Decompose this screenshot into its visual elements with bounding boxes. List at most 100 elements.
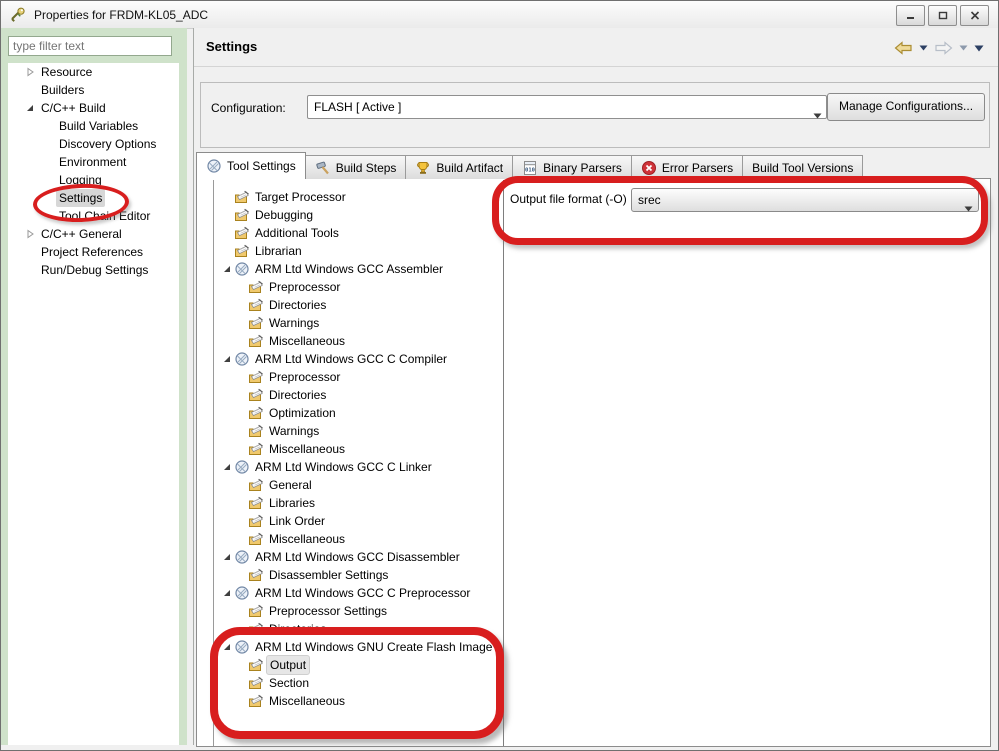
tool-tree-item-label: Directories [269, 298, 327, 312]
collapse-arrow-icon [224, 464, 230, 470]
maximize-button[interactable] [928, 5, 957, 26]
twisty-expanded[interactable] [220, 640, 234, 654]
chevron-down-icon [919, 45, 928, 51]
sidebar-item-run-debug-settings[interactable]: Run/Debug Settings [8, 261, 179, 279]
tool-tree-item-label: ARM Ltd Windows GCC C Preprocessor [255, 586, 471, 600]
twisty-collapsed[interactable] [22, 227, 38, 241]
tool-tree-item-label: Disassembler Settings [269, 568, 389, 582]
tool-tree-item-debugging[interactable]: Debugging [214, 206, 503, 224]
tool-tree-item-general[interactable]: General [214, 476, 503, 494]
tool-icon [235, 460, 249, 474]
sidebar-item-label: Run/Debug Settings [41, 263, 149, 277]
tool-tree-item-preprocessor[interactable]: Preprocessor [214, 278, 503, 296]
twisty-expanded[interactable] [220, 262, 234, 276]
tool-tree-item-arm-ltd-windows-gcc-disassembler[interactable]: ARM Ltd Windows GCC Disassembler [214, 548, 503, 566]
tool-tree-item-disassembler-settings[interactable]: Disassembler Settings [214, 566, 503, 584]
tool-tree-item-warnings[interactable]: Warnings [214, 422, 503, 440]
sidebar-item-settings[interactable]: Settings [8, 189, 179, 207]
tool-icon [235, 550, 249, 564]
forward-button[interactable] [934, 41, 953, 55]
tool-icon [235, 262, 249, 276]
output-file-format-dropdown[interactable]: srec [631, 188, 979, 212]
tool-tree-item-link-order[interactable]: Link Order [214, 512, 503, 530]
back-button[interactable] [894, 41, 913, 55]
tool-tree-item-preprocessor[interactable]: Preprocessor [214, 368, 503, 386]
close-icon [970, 11, 979, 20]
twisty-expanded[interactable] [22, 101, 38, 115]
settings-category-icon [249, 514, 263, 527]
tool-tree-item-arm-ltd-windows-gcc-c-compiler[interactable]: ARM Ltd Windows GCC C Compiler [214, 350, 503, 368]
sidebar-item-c-c-general[interactable]: C/C++ General [8, 225, 179, 243]
tool-tree-item-label: Target Processor [255, 190, 346, 204]
tool-tree-item-output[interactable]: Output [214, 655, 503, 675]
twisty-expanded[interactable] [220, 460, 234, 474]
view-menu-button[interactable] [974, 45, 984, 52]
tool-tree-item-warnings[interactable]: Warnings [214, 314, 503, 332]
tab-error-parsers[interactable]: Error Parsers [630, 155, 744, 179]
settings-category-icon [249, 676, 263, 689]
tab-build-steps[interactable]: Build Steps [304, 155, 407, 179]
configuration-group: Configuration: FLASH [ Active ] Manage C… [200, 82, 990, 148]
tool-tree-item-arm-ltd-windows-gcc-c-linker[interactable]: ARM Ltd Windows GCC C Linker [214, 458, 503, 476]
tab-build-tool-versions[interactable]: Build Tool Versions [742, 155, 864, 179]
chevron-down-icon [964, 197, 973, 219]
error-icon [641, 160, 656, 175]
tool-tree-item-additional-tools[interactable]: Additional Tools [214, 224, 503, 242]
tab-tool-settings[interactable]: Tool Settings [196, 152, 306, 179]
sidebar-item-label: Resource [41, 65, 93, 79]
sidebar-item-tool-chain-editor[interactable]: Tool Chain Editor [8, 207, 179, 225]
tool-tree-item-miscellaneous[interactable]: Miscellaneous [214, 530, 503, 548]
twisty-expanded[interactable] [220, 550, 234, 564]
settings-category-icon [249, 496, 263, 509]
properties-category-tree: Resource Builders C/C++ Build Build Variabl… [8, 63, 179, 750]
tool-tree-item-arm-ltd-windows-gnu-create-flash-image[interactable]: ARM Ltd Windows GNU Create Flash Image [214, 638, 503, 656]
tab-binary-parsers[interactable]: 010 Binary Parsers [512, 155, 632, 179]
tool-tree-item-librarian[interactable]: Librarian [214, 242, 503, 260]
expand-arrow-icon [27, 67, 34, 77]
sidebar-item-builders[interactable]: Builders [8, 81, 179, 99]
twisty-expanded[interactable] [220, 352, 234, 366]
settings-category-icon [249, 478, 263, 491]
settings-category-icon [235, 226, 249, 239]
sidebar-item-build-variables[interactable]: Build Variables [8, 117, 179, 135]
back-menu-button[interactable] [919, 45, 928, 51]
settings-category-icon [249, 298, 263, 311]
tool-tree-item-miscellaneous[interactable]: Miscellaneous [214, 440, 503, 458]
collapse-arrow-icon [224, 356, 230, 362]
tool-tree-item-section[interactable]: Section [214, 674, 503, 692]
tool-tree-item-arm-ltd-windows-gcc-c-preprocessor[interactable]: ARM Ltd Windows GCC C Preprocessor [214, 584, 503, 602]
forward-menu-button[interactable] [959, 45, 968, 51]
tool-tree-item-directories[interactable]: Directories [214, 620, 503, 638]
minimize-icon [906, 17, 914, 19]
tool-tree-item-target-processor[interactable]: Target Processor [214, 188, 503, 206]
close-button[interactable] [960, 5, 989, 26]
twisty-expanded[interactable] [220, 586, 234, 600]
page-title: Settings [206, 39, 258, 54]
sidebar-item-environment[interactable]: Environment [8, 153, 179, 171]
tool-tree-item-arm-ltd-windows-gcc-assembler[interactable]: ARM Ltd Windows GCC Assembler [214, 260, 503, 278]
minimize-button[interactable] [896, 5, 925, 26]
settings-category-icon [249, 658, 263, 671]
sidebar-item-project-references[interactable]: Project References [8, 243, 179, 261]
filter-input[interactable] [8, 36, 172, 56]
twisty-collapsed[interactable] [22, 65, 38, 79]
svg-text:010: 010 [525, 167, 535, 173]
sidebar-item-c-c-build[interactable]: C/C++ Build [8, 99, 179, 117]
tool-tree-item-miscellaneous[interactable]: Miscellaneous [214, 692, 503, 710]
tool-tree-item-directories[interactable]: Directories [214, 386, 503, 404]
configuration-dropdown[interactable]: FLASH [ Active ] [307, 95, 827, 119]
tool-tree-item-preprocessor-settings[interactable]: Preprocessor Settings [214, 602, 503, 620]
settings-category-icon [249, 334, 263, 347]
tool-tree-item-optimization[interactable]: Optimization [214, 404, 503, 422]
tool-tree-item-label: Optimization [269, 406, 336, 420]
sidebar-item-discovery-options[interactable]: Discovery Options [8, 135, 179, 153]
tab-build-artifact[interactable]: Build Artifact [405, 155, 514, 179]
tool-tree-item-directories[interactable]: Directories [214, 296, 503, 314]
tool-tree-item-label: ARM Ltd Windows GNU Create Flash Image [255, 640, 493, 654]
sidebar-item-logging[interactable]: Logging [8, 171, 179, 189]
sidebar-sash[interactable] [193, 28, 194, 750]
tool-tree-item-miscellaneous[interactable]: Miscellaneous [214, 332, 503, 350]
sidebar-item-resource[interactable]: Resource [8, 63, 179, 81]
tool-tree-item-libraries[interactable]: Libraries [214, 494, 503, 512]
manage-configurations-button[interactable]: Manage Configurations... [827, 93, 985, 121]
